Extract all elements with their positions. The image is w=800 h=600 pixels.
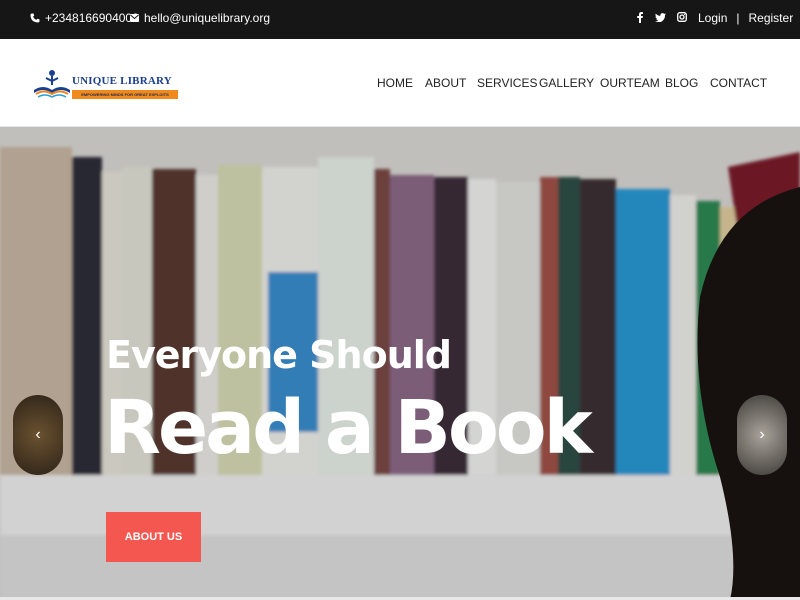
auth-separator: | (736, 11, 740, 25)
nav-blog[interactable]: BLOG (665, 76, 698, 90)
nav-services[interactable]: SERVICES (477, 76, 537, 90)
site-header: UNIQUE LIBRARY EMPOWERING MINDS FOR GREA… (0, 39, 800, 127)
chevron-left-icon: ‹ (35, 426, 41, 443)
logo-tagline: EMPOWERING MINDS FOR GREAT EXPLOITS (72, 90, 178, 99)
instagram-icon[interactable] (676, 11, 688, 23)
nav-ourteam[interactable]: OURTEAM (600, 76, 660, 90)
nav-home[interactable]: HOME (377, 76, 413, 90)
phone-number: +2348166904000 (45, 11, 139, 25)
register-link[interactable]: Register (749, 11, 794, 25)
book-reader-logo-icon (32, 68, 72, 100)
logo-name: UNIQUE LIBRARY (72, 75, 172, 87)
envelope-icon (130, 14, 139, 22)
twitter-icon[interactable] (654, 11, 666, 23)
phone-icon (30, 13, 40, 23)
hero-headline-line2: Read a Book (104, 385, 593, 471)
nav-gallery[interactable]: GALLERY (539, 76, 594, 90)
top-bar: +2348166904000 hello@uniquelibrary.org L… (0, 0, 800, 39)
nav-about[interactable]: ABOUT (425, 76, 466, 90)
auth-links: Login | Register (698, 11, 793, 25)
about-us-button[interactable]: ABOUT US (106, 512, 201, 562)
facebook-icon[interactable] (634, 11, 646, 23)
slider-prev-button[interactable]: ‹ (13, 395, 63, 475)
chevron-right-icon: › (759, 426, 765, 443)
email-address: hello@uniquelibrary.org (144, 11, 271, 25)
phone-contact[interactable]: +2348166904000 (30, 11, 139, 25)
hero-slider: Everyone Should Read a Book ABOUT US ‹ › (0, 127, 800, 600)
slider-next-button[interactable]: › (737, 395, 787, 475)
email-contact[interactable]: hello@uniquelibrary.org (130, 11, 270, 25)
hero-headline-line1: Everyone Should (106, 333, 452, 377)
login-link[interactable]: Login (698, 11, 727, 25)
site-logo[interactable]: UNIQUE LIBRARY EMPOWERING MINDS FOR GREA… (32, 68, 178, 102)
nav-contact[interactable]: CONTACT (710, 76, 767, 90)
